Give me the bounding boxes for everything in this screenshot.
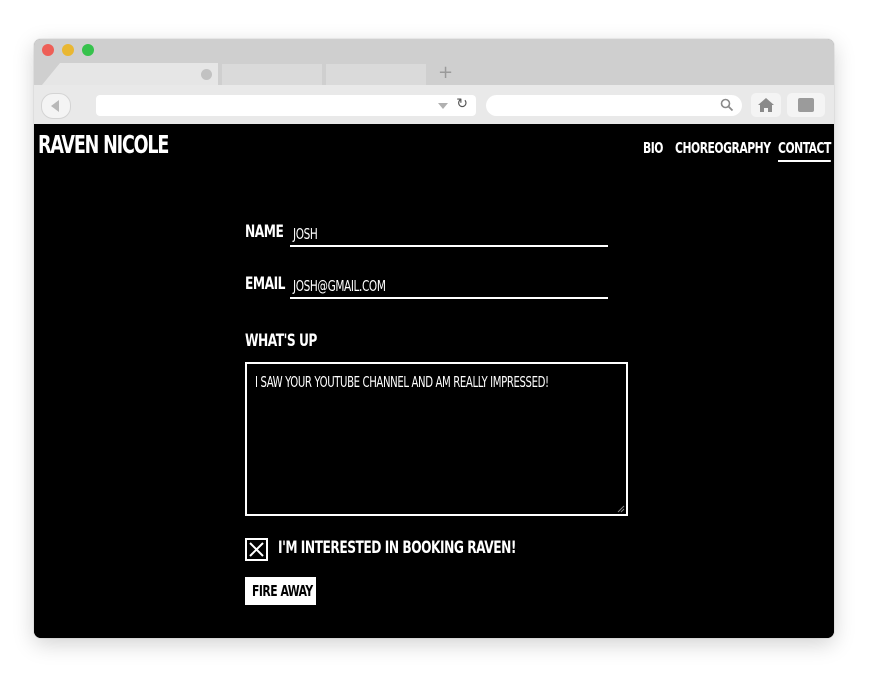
- booking-label[interactable]: I'M INTERESTED IN BOOKING RAVEN!: [278, 538, 516, 558]
- message-value: I SAW YOUR YOUTUBE CHANNEL AND AM REALLY…: [255, 373, 549, 391]
- maximize-window-button[interactable]: [82, 44, 94, 56]
- email-field[interactable]: JOSH@GMAIL.COM: [290, 275, 608, 299]
- email-value: JOSH@GMAIL.COM: [293, 277, 386, 295]
- name-field[interactable]: JOSH: [290, 223, 608, 247]
- reload-icon[interactable]: ↻: [456, 96, 468, 112]
- checkbox-x-icon: [249, 542, 264, 557]
- browser-chrome: + ↻: [34, 39, 834, 124]
- home-button[interactable]: [751, 93, 781, 117]
- minimize-window-button[interactable]: [62, 44, 74, 56]
- site-logo[interactable]: RAVEN NICOLE: [38, 130, 169, 159]
- resize-grip-icon[interactable]: [617, 505, 625, 513]
- submit-label: FIRE AWAY: [252, 582, 313, 600]
- search-input[interactable]: [486, 95, 742, 116]
- extension-icon[interactable]: [787, 93, 825, 117]
- chevron-down-icon[interactable]: [438, 103, 448, 109]
- search-icon: [720, 98, 734, 112]
- submit-button[interactable]: FIRE AWAY: [245, 577, 316, 605]
- nav-bio[interactable]: BIO: [643, 139, 663, 160]
- nav-contact-wrap: CONTACT: [778, 138, 834, 164]
- close-window-button[interactable]: [42, 44, 54, 56]
- booking-checkbox[interactable]: [245, 538, 268, 561]
- tab-2[interactable]: [222, 64, 322, 85]
- tab-close-icon[interactable]: [201, 69, 212, 80]
- tab-active[interactable]: [60, 63, 218, 85]
- message-textarea[interactable]: I SAW YOUR YOUTUBE CHANNEL AND AM REALLY…: [245, 362, 628, 516]
- email-label: EMAIL: [245, 274, 285, 294]
- home-icon: [758, 98, 774, 112]
- message-label: WHAT'S UP: [245, 331, 317, 351]
- browser-toolbar: ↻: [34, 85, 834, 124]
- nav-choreography-wrap: CHOREOGRAPHY: [675, 138, 794, 164]
- url-bar[interactable]: ↻: [96, 95, 476, 116]
- name-value: JOSH: [293, 225, 318, 243]
- nav-choreography[interactable]: CHOREOGRAPHY: [675, 139, 771, 160]
- nav-bio-wrap: BIO: [643, 138, 668, 164]
- nav-contact[interactable]: CONTACT: [778, 139, 831, 162]
- plus-icon[interactable]: +: [438, 63, 453, 83]
- website-content: RAVEN NICOLE BIO CHOREOGRAPHY CONTACT NA…: [34, 124, 834, 638]
- tab-3[interactable]: [326, 64, 426, 85]
- tab-strip: +: [34, 39, 834, 85]
- tab-edge: [42, 63, 60, 85]
- name-label: NAME: [245, 222, 284, 242]
- back-arrow-icon[interactable]: [41, 93, 71, 119]
- browser-window: + ↻ RAVEN NICOLE BIO CHOREOGRAPHY CONTAC…: [34, 39, 834, 638]
